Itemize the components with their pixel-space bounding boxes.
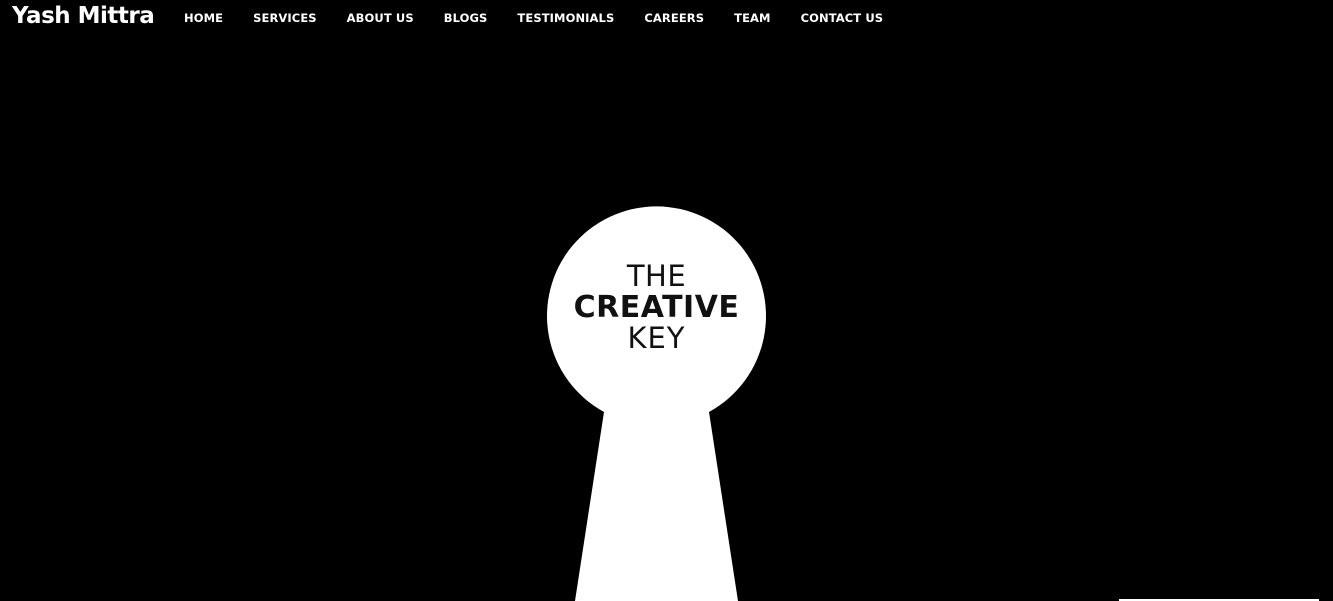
logo-line-the: THE [626, 259, 687, 293]
nav-item-about-us[interactable]: ABOUT US [347, 11, 414, 25]
nav-item-testimonials[interactable]: TESTIMONIALS [517, 11, 614, 25]
brand-logo-link[interactable]: Yash Mittra [12, 3, 155, 29]
nav-item-blogs[interactable]: BLOGS [444, 11, 488, 25]
top-navigation-bar: Yash Mittra HOME SERVICES ABOUT US BLOGS… [0, 0, 1333, 38]
nav-item-team[interactable]: TEAM [734, 11, 770, 25]
nav-item-contact-us[interactable]: CONTACT US [801, 11, 884, 25]
creative-key-logo: THE CREATIVE KEY [547, 262, 766, 353]
hero-section: THE CREATIVE KEY [0, 0, 1333, 601]
main-nav: HOME SERVICES ABOUT US BLOGS TESTIMONIAL… [184, 11, 913, 25]
nav-item-careers[interactable]: CAREERS [644, 11, 704, 25]
logo-line-key: KEY [627, 321, 686, 355]
nav-item-home[interactable]: HOME [184, 11, 223, 25]
nav-item-services[interactable]: SERVICES [253, 11, 317, 25]
logo-line-creative: CREATIVE [573, 290, 740, 325]
